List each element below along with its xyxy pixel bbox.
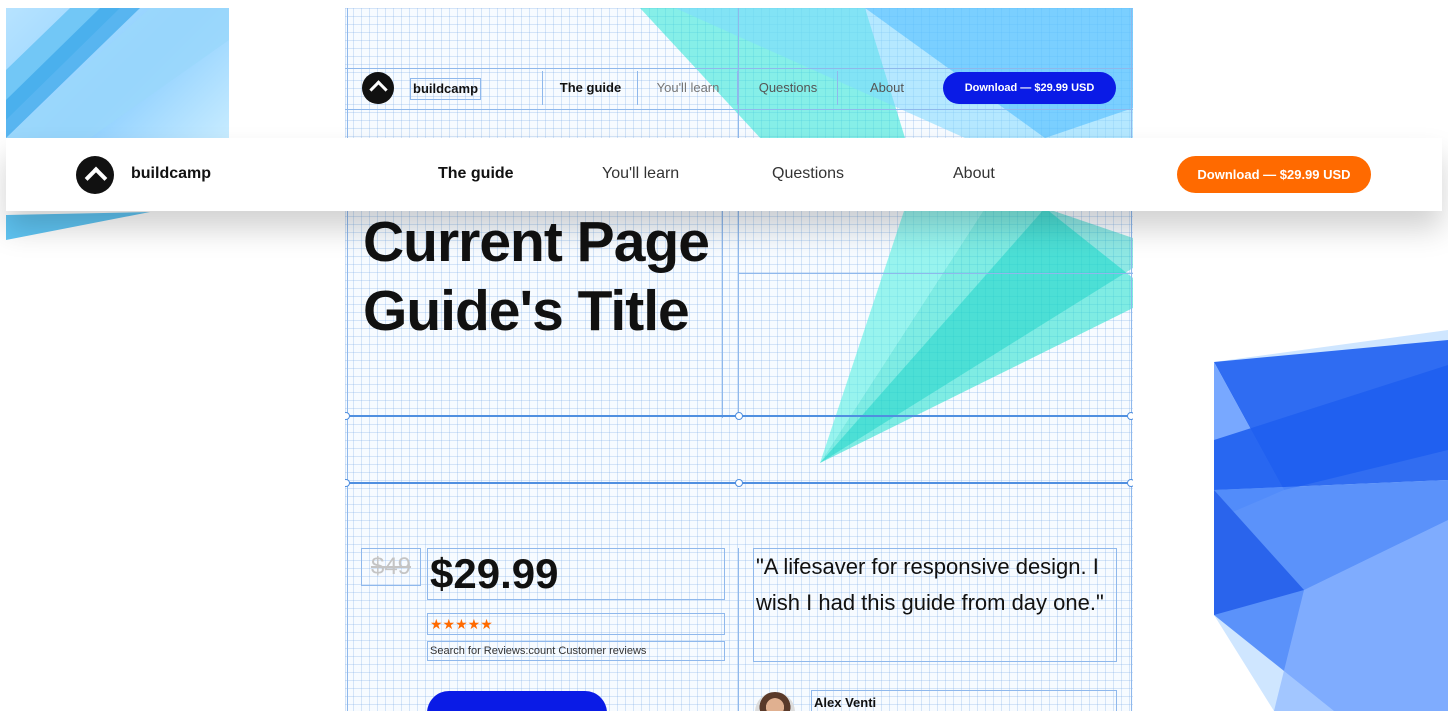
resize-handle[interactable] bbox=[735, 412, 743, 420]
brand-name[interactable]: buildcamp bbox=[131, 164, 211, 184]
guide-line-vertical bbox=[738, 548, 739, 711]
guide-line-vertical bbox=[347, 8, 348, 711]
guide-line-vertical bbox=[1131, 8, 1132, 711]
page-title-line-2: Guide's Title bbox=[363, 279, 690, 343]
rating-stars: ★★★★★ bbox=[427, 613, 725, 635]
design-canvas: buildcamp The guide You'll learn Questio… bbox=[345, 8, 1133, 711]
testimonial-quote: "A lifesaver for responsive design. I wi… bbox=[753, 548, 1117, 662]
nav-youll-learn[interactable]: You'll learn bbox=[602, 164, 679, 184]
resize-handle[interactable] bbox=[1127, 479, 1133, 487]
page-title-line-1: Current Page bbox=[363, 210, 710, 274]
main-navbar: buildcamp The guide You'll learn Questio… bbox=[6, 138, 1442, 211]
preview-nav-about[interactable]: About bbox=[837, 71, 936, 105]
logo-icon[interactable] bbox=[362, 72, 394, 104]
nav-questions[interactable]: Questions bbox=[772, 164, 844, 184]
preview-navbar: buildcamp The guide You'll learn Questio… bbox=[345, 68, 1133, 110]
decorative-crystal-right bbox=[1214, 330, 1448, 711]
preview-brand[interactable]: buildcamp bbox=[410, 78, 482, 100]
download-button[interactable]: Download — $29.99 USD bbox=[1177, 156, 1371, 193]
old-price: $49 bbox=[361, 548, 421, 586]
testimonial-author: Alex Venti bbox=[811, 690, 1117, 711]
reviews-link[interactable]: Search for Reviews:count Customer review… bbox=[427, 641, 725, 661]
resize-handle[interactable] bbox=[735, 479, 743, 487]
current-price: $29.99 bbox=[427, 548, 725, 600]
preview-download-button[interactable]: Download — $29.99 USD bbox=[943, 72, 1116, 104]
buy-button[interactable] bbox=[427, 691, 607, 711]
logo-icon[interactable] bbox=[76, 156, 114, 194]
preview-nav-questions[interactable]: Questions bbox=[737, 71, 838, 105]
preview-nav-youll-learn[interactable]: You'll learn bbox=[637, 71, 738, 105]
resize-handle[interactable] bbox=[1127, 412, 1133, 420]
page-title: Current Page Guide's Title bbox=[363, 208, 723, 346]
nav-about[interactable]: About bbox=[953, 164, 995, 184]
guide-line-vertical bbox=[738, 208, 739, 418]
guide-line-horizontal bbox=[738, 273, 1133, 274]
preview-nav-the-guide[interactable]: The guide bbox=[542, 71, 638, 105]
nav-the-guide[interactable]: The guide bbox=[438, 164, 514, 184]
